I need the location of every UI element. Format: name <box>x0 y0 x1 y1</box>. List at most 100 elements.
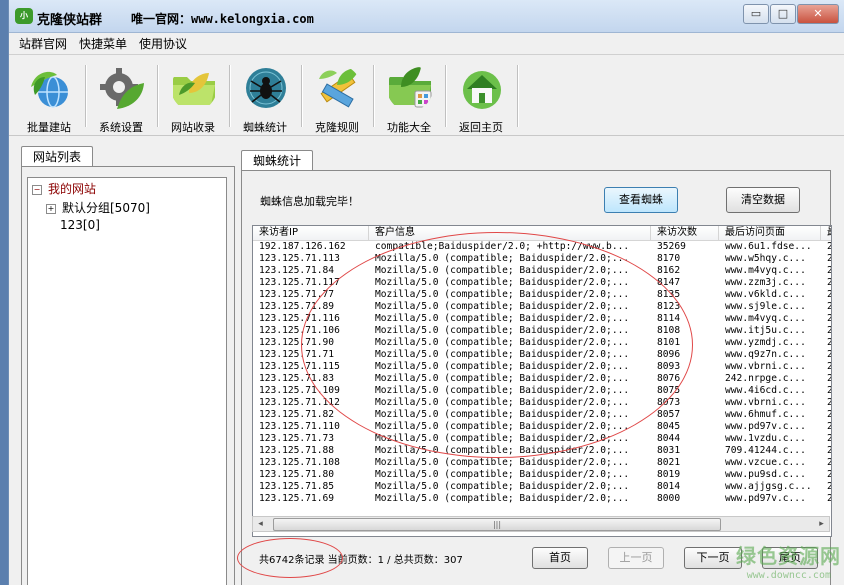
table-row[interactable]: 123.125.71.117 Mozilla/5.0 (compatible; B… <box>253 277 831 289</box>
scroll-left-icon[interactable]: ◂ <box>253 517 268 531</box>
cell-ip: 123.125.71.115 <box>259 361 340 372</box>
table-row[interactable]: 123.125.71.89 Mozilla/5.0 (compatible; Ba… <box>253 301 831 313</box>
cell-last-page: www.6hmuf.c... <box>725 409 806 420</box>
prev-page-button[interactable]: 上一页 <box>608 547 664 569</box>
cell-ip: 123.125.71.108 <box>259 457 340 468</box>
status-message: 蜘蛛信息加载完毕！ <box>260 195 359 208</box>
column-header-visits[interactable]: 来访次数 <box>651 226 719 240</box>
column-header-last[interactable]: 最 <box>821 226 831 240</box>
tab-site-list[interactable]: 网站列表 <box>21 146 93 167</box>
toolbar-label: 系统设置 <box>99 121 143 134</box>
table-row[interactable]: 123.125.71.85 Mozilla/5.0 (compatible; Ba… <box>253 481 831 493</box>
spider-table[interactable]: 来访者IP 客户信息 来访次数 最后访问页面 最 192.187.126.162… <box>252 225 832 537</box>
cell-visits: 8101 <box>657 337 681 348</box>
table-row[interactable]: 123.125.71.116 Mozilla/5.0 (compatible; B… <box>253 313 831 325</box>
expand-icon[interactable]: + <box>46 204 56 214</box>
cell-last: 2 <box>821 265 831 277</box>
cell-ip: 123.125.71.90 <box>259 337 335 348</box>
toolbar-system-settings-button[interactable]: 系统设置 <box>87 61 155 134</box>
table-row[interactable]: 123.125.71.88 Mozilla/5.0 (compatible; Ba… <box>253 445 831 457</box>
cell-last-page: www.sj9le.c... <box>725 301 806 312</box>
menu-user-agreement[interactable]: 使用协议 <box>139 35 187 52</box>
table-row[interactable]: 123.125.71.115 Mozilla/5.0 (compatible; B… <box>253 361 831 373</box>
cell-client: Mozilla/5.0 (compatible; Baiduspider/2.0… <box>375 385 630 396</box>
table-row[interactable]: 123.125.71.109 Mozilla/5.0 (compatible; B… <box>253 385 831 397</box>
cell-last-page: www.1vzdu.c... <box>725 433 806 444</box>
cell-visits: 8057 <box>657 409 681 420</box>
toolbar-home-button[interactable]: 返回主页 <box>447 61 515 134</box>
cell-visits: 8170 <box>657 253 681 264</box>
minimize-button[interactable]: ▭ <box>743 4 769 24</box>
cell-client: Mozilla/5.0 (compatible; Baiduspider/2.0… <box>375 457 630 468</box>
cell-visits: 8147 <box>657 277 681 288</box>
table-row[interactable]: 123.125.71.69 Mozilla/5.0 (compatible; Ba… <box>253 493 831 505</box>
window-controls: ▭ □ ✕ <box>742 4 839 24</box>
tree-node-root[interactable]: − 我的网站 <box>32 180 96 197</box>
maximize-button[interactable]: □ <box>770 4 796 24</box>
collapse-icon[interactable]: − <box>32 185 42 195</box>
folder-leaf-icon <box>173 73 215 105</box>
cell-last: 2 <box>821 313 831 325</box>
column-header-ip[interactable]: 来访者IP <box>253 226 369 240</box>
cell-last-page: www.vbrni.c... <box>725 397 806 408</box>
cell-last: 2 <box>821 457 831 469</box>
table-row[interactable]: 123.125.71.71 Mozilla/5.0 (compatible; Ba… <box>253 349 831 361</box>
cell-ip: 123.125.71.116 <box>259 313 340 324</box>
table-row[interactable]: 123.125.71.112 Mozilla/5.0 (compatible; B… <box>253 397 831 409</box>
table-row[interactable]: 123.125.71.106 Mozilla/5.0 (compatible; B… <box>253 325 831 337</box>
cell-last-page: www.ajjgsg.c... <box>725 481 812 492</box>
cell-client: Mozilla/5.0 (compatible; Baiduspider/2.0… <box>375 349 630 360</box>
cell-last-page: www.pu9sd.c... <box>725 469 806 480</box>
site-tree: − 我的网站 + 默认分组[5070] 123[0] <box>27 177 227 585</box>
title-bar[interactable]: 小 克隆侠站群 唯一官网：www.kelongxia.com ▭ □ ✕ <box>9 0 844 33</box>
table-row[interactable]: 123.125.71.83 Mozilla/5.0 (compatible; Ba… <box>253 373 831 385</box>
scroll-right-icon[interactable]: ▸ <box>814 517 829 531</box>
cell-visits: 8014 <box>657 481 681 492</box>
cell-ip: 123.125.71.83 <box>259 373 335 384</box>
next-page-button[interactable]: 下一页 <box>684 547 742 569</box>
table-row[interactable]: 123.125.71.90 Mozilla/5.0 (compatible; Ba… <box>253 337 831 349</box>
toolbar-site-index-button[interactable]: 网站收录 <box>159 61 227 134</box>
table-row[interactable]: 192.187.126.162 compatible;Baiduspider/2.… <box>253 241 831 253</box>
record-summary: 共6742条记录 当前页数：1 / 总共页数：307 <box>259 555 463 566</box>
cell-client: Mozilla/5.0 (compatible; Baiduspider/2.0… <box>375 301 630 312</box>
column-header-last-page[interactable]: 最后访问页面 <box>719 226 821 240</box>
cell-client: Mozilla/5.0 (compatible; Baiduspider/2.0… <box>375 277 630 288</box>
tab-spider-stats[interactable]: 蜘蛛统计 <box>241 150 313 171</box>
cell-last: 2 <box>821 361 831 373</box>
first-page-button[interactable]: 首页 <box>532 547 588 569</box>
cell-last: 2 <box>821 373 831 385</box>
table-row[interactable]: 123.125.71.113 Mozilla/5.0 (compatible; B… <box>253 253 831 265</box>
table-row[interactable]: 123.125.71.110 Mozilla/5.0 (compatible; B… <box>253 421 831 433</box>
table-header: 来访者IP 客户信息 来访次数 最后访问页面 最 <box>253 226 831 241</box>
column-header-client[interactable]: 客户信息 <box>369 226 651 240</box>
table-row[interactable]: 123.125.71.84 Mozilla/5.0 (compatible; Ba… <box>253 265 831 277</box>
cell-ip: 123.125.71.106 <box>259 325 340 336</box>
cell-ip: 123.125.71.73 <box>259 433 335 444</box>
cell-client: Mozilla/5.0 (compatible; Baiduspider/2.0… <box>375 313 630 324</box>
table-row[interactable]: 123.125.71.82 Mozilla/5.0 (compatible; Ba… <box>253 409 831 421</box>
cell-last-page: www.yzmdj.c... <box>725 337 806 348</box>
scroll-thumb[interactable]: ||| <box>273 518 721 531</box>
menu-site-official[interactable]: 站群官网 <box>19 35 67 52</box>
app-logo-icon: 小 <box>15 8 33 24</box>
table-row[interactable]: 123.125.71.73 Mozilla/5.0 (compatible; Ba… <box>253 433 831 445</box>
toolbar-clone-rules-button[interactable]: 克隆规则 <box>303 61 371 134</box>
toolbar-all-functions-button[interactable]: 功能大全 <box>375 61 443 134</box>
tree-node-123[interactable]: 123[0] <box>60 218 100 232</box>
table-row[interactable]: 123.125.71.77 Mozilla/5.0 (compatible; Ba… <box>253 289 831 301</box>
toolbar-batch-build-button[interactable]: 批量建站 <box>15 61 83 134</box>
cell-ip: 192.187.126.162 <box>259 241 346 252</box>
cell-client: Mozilla/5.0 (compatible; Baiduspider/2.0… <box>375 493 630 504</box>
cell-last: 2 <box>821 289 831 301</box>
table-row[interactable]: 123.125.71.108 Mozilla/5.0 (compatible; B… <box>253 457 831 469</box>
toolbar-spider-stats-button[interactable]: 蜘蛛统计 <box>231 61 299 134</box>
clear-data-button[interactable]: 清空数据 <box>726 187 800 213</box>
horizontal-scrollbar[interactable]: ◂ ||| ▸ <box>252 516 830 532</box>
menu-shortcuts[interactable]: 快捷菜单 <box>79 35 127 52</box>
view-spider-button[interactable]: 查看蜘蛛 <box>604 187 678 213</box>
close-button[interactable]: ✕ <box>797 4 839 24</box>
tree-node-default-group[interactable]: + 默认分组[5070] <box>46 199 150 216</box>
cell-client: Mozilla/5.0 (compatible; Baiduspider/2.0… <box>375 433 630 444</box>
table-row[interactable]: 123.125.71.80 Mozilla/5.0 (compatible; Ba… <box>253 469 831 481</box>
